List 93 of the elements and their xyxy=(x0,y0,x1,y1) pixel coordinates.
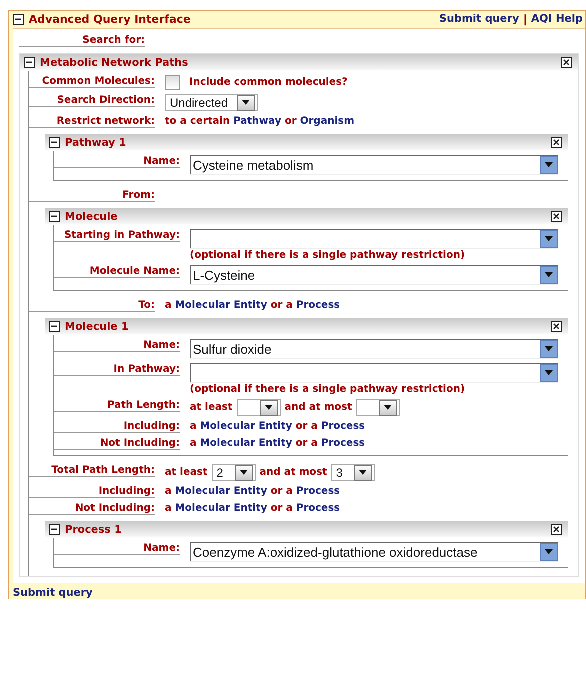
link-sentence: to a certain Pathway or Organism xyxy=(165,115,355,127)
field-label: Search Direction: xyxy=(57,95,155,106)
link[interactable]: Molecular Entity xyxy=(200,421,292,432)
panel-title: Metabolic Network Paths xyxy=(40,56,188,68)
dropdown[interactable] xyxy=(236,399,281,416)
field-label: Including: xyxy=(124,421,180,432)
caret-icon xyxy=(242,100,250,105)
panel-title: Pathway 1 xyxy=(65,136,126,148)
panel-title: Molecule xyxy=(65,210,118,222)
caret-icon xyxy=(545,549,553,555)
link[interactable]: Molecular Entity xyxy=(175,503,268,514)
link-sentence: a Molecular Entity or a Process xyxy=(165,502,340,514)
caret-icon xyxy=(359,470,368,475)
close-icon[interactable] xyxy=(551,211,562,222)
close-icon[interactable] xyxy=(551,137,562,148)
dropdown[interactable]: 3 xyxy=(331,464,376,481)
caret-icon xyxy=(545,162,553,168)
caret-icon xyxy=(545,272,553,278)
field-label: Restrict network: xyxy=(56,116,155,127)
hint-text: (optional if there is a single pathway restriction) xyxy=(190,249,466,261)
link[interactable]: Molecular Entity xyxy=(175,300,268,311)
collapse-icon[interactable] xyxy=(49,321,60,332)
collapse-icon[interactable] xyxy=(49,524,60,535)
combo-box[interactable]: L-Cysteine xyxy=(190,265,558,285)
combo-box[interactable]: Cysteine metabolism xyxy=(190,155,558,175)
link-sentence: a Molecular Entity or a Process xyxy=(190,420,366,432)
field-label: Molecule Name: xyxy=(90,266,180,277)
field-label: Search for: xyxy=(82,35,145,46)
close-icon[interactable] xyxy=(561,57,572,68)
window-title: Advanced Query Interface xyxy=(29,13,191,26)
panel-title: Molecule 1 xyxy=(65,320,129,332)
combo-box[interactable] xyxy=(190,229,558,249)
panel-title: Process 1 xyxy=(65,524,122,536)
collapse-icon[interactable] xyxy=(24,57,35,68)
field-label: Including: xyxy=(98,486,155,497)
link[interactable]: Process xyxy=(321,421,366,432)
field-label: Name: xyxy=(144,543,180,554)
range-text: and at most xyxy=(284,402,352,413)
field-label: From: xyxy=(122,190,155,201)
header-link[interactable]: AQI Help xyxy=(531,13,583,26)
caret-icon xyxy=(240,470,248,475)
combo-box[interactable]: Sulfur dioxide xyxy=(190,339,558,359)
dropdown-button[interactable] xyxy=(540,543,558,561)
field-label: Path Length: xyxy=(107,400,180,411)
dropdown-button[interactable] xyxy=(540,266,558,284)
link[interactable]: Organism xyxy=(300,116,355,127)
combo-box[interactable] xyxy=(190,363,558,383)
collapse-icon[interactable] xyxy=(49,211,60,222)
link[interactable]: Pathway xyxy=(234,116,282,127)
collapse-icon[interactable] xyxy=(49,137,60,148)
link-sentence: a Molecular Entity or a Process xyxy=(190,437,366,449)
caret-icon xyxy=(545,346,553,352)
dropdown[interactable]: 2 xyxy=(212,464,256,481)
dropdown[interactable] xyxy=(356,399,400,416)
range-text: at least xyxy=(190,402,233,413)
dropdown-button[interactable] xyxy=(540,340,558,358)
field-label: Total Path Length: xyxy=(52,465,155,476)
field-label: Not Including: xyxy=(100,438,180,449)
link[interactable]: Process xyxy=(321,438,366,449)
field-label: Starting in Pathway: xyxy=(64,230,180,241)
checkbox[interactable] xyxy=(165,75,180,90)
link[interactable]: Process xyxy=(296,503,340,514)
separator: | xyxy=(523,13,528,26)
caret-icon xyxy=(384,405,392,410)
link[interactable]: Molecular Entity xyxy=(200,438,292,449)
field-label: Name: xyxy=(144,340,180,351)
header-link[interactable]: Submit query xyxy=(439,13,520,26)
range-text: at least xyxy=(165,467,208,478)
collapse-icon[interactable] xyxy=(13,14,24,25)
link[interactable]: Molecular Entity xyxy=(175,486,268,497)
close-icon[interactable] xyxy=(551,524,562,535)
field-label: Not Including: xyxy=(75,503,155,514)
caret-icon xyxy=(545,370,553,376)
field-label: In Pathway: xyxy=(114,364,180,375)
link-sentence: a Molecular Entity or a Process xyxy=(165,485,340,497)
field-label: To: xyxy=(138,300,155,311)
submit-link[interactable]: Submit query xyxy=(13,587,93,599)
caret-icon xyxy=(545,236,553,242)
dropdown-button[interactable] xyxy=(540,230,558,248)
dropdown[interactable]: Undirected xyxy=(165,94,258,111)
hint-text: (optional if there is a single pathway restriction) xyxy=(190,383,466,395)
dropdown-button[interactable] xyxy=(540,364,558,382)
link-sentence: a Molecular Entity or a Process xyxy=(165,299,340,311)
close-icon[interactable] xyxy=(551,321,562,332)
link[interactable]: Process xyxy=(296,300,340,311)
field-label: Common Molecules: xyxy=(42,76,155,87)
range-text: and at most xyxy=(260,467,328,478)
dropdown-button[interactable] xyxy=(540,156,558,174)
field-label: Name: xyxy=(144,156,180,167)
caret-icon xyxy=(264,405,273,410)
link[interactable]: Process xyxy=(296,486,340,497)
checkbox-label: Include common molecules? xyxy=(189,77,348,88)
combo-box[interactable]: Coenzyme A:oxidized-glutathione oxidoreductase xyxy=(190,542,558,562)
